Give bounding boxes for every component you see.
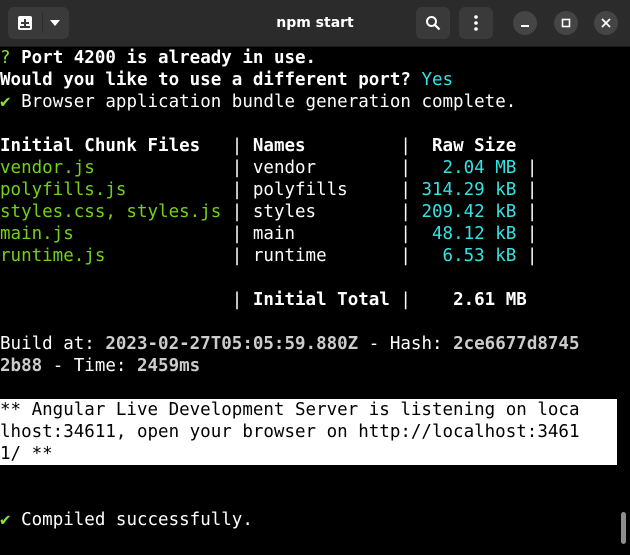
prompt-question-mark: ? (0, 48, 11, 68)
bundle-complete-line: ✔ Browser application bundle generation … (0, 92, 517, 112)
scrollbar-thumb[interactable] (621, 512, 626, 544)
maximize-button[interactable] (554, 11, 578, 35)
port-prompt-line: Would you like to use a different port? … (0, 70, 454, 90)
col-header-size: Raw Size (432, 136, 517, 156)
build-hash: 2ce6677d8745 (453, 334, 580, 354)
build-info-line: Build at: 2023-02-27T05:05:59.880Z - Has… (0, 334, 580, 354)
table-total: | Initial Total | 2.61 MB (0, 290, 527, 310)
minimize-icon (521, 25, 529, 27)
server-message-line: 1/ ** (0, 443, 617, 465)
compiled-line: ✔ Compiled successfully. (0, 510, 253, 530)
titlebar: npm start (0, 0, 630, 47)
build-info-line-2: 2b88 - Time: 2459ms (0, 356, 201, 376)
table-row: main.js | main | 48.12 kB | (0, 224, 538, 244)
minimize-button[interactable] (513, 11, 537, 35)
close-button[interactable] (594, 11, 618, 35)
kebab-menu-icon (474, 15, 478, 31)
table-row: polyfills.js | polyfills | 314.29 kB | (0, 180, 538, 200)
check-icon: ✔ (0, 92, 11, 112)
table-header: Initial Chunk Files | Names | Raw Size (0, 136, 517, 156)
search-icon (426, 16, 441, 31)
table-row: runtime.js | runtime | 6.53 kB | (0, 246, 538, 266)
close-icon (601, 18, 611, 28)
col-header-names: Names (252, 136, 306, 156)
search-button[interactable] (416, 7, 450, 39)
server-message-line: ** Angular Live Development Server is li… (0, 399, 617, 421)
prompt-answer: Yes (421, 70, 454, 90)
table-row: styles.css, styles.js | styles | 209.42 … (0, 202, 538, 222)
terminal-output[interactable]: ? Port 4200 is already in use. Would you… (0, 47, 630, 555)
server-message-line: lhost:34611, open your browser on http:/… (0, 421, 617, 443)
maximize-icon (561, 18, 571, 28)
build-timestamp: 2023-02-27T05:05:59.880Z (105, 334, 359, 354)
col-header-files: Initial Chunk Files (0, 136, 201, 156)
check-icon: ✔ (0, 510, 11, 530)
build-time: 2459ms (136, 356, 201, 376)
table-row: vendor.js | vendor | 2.04 MB | (0, 158, 538, 178)
menu-button[interactable] (459, 7, 493, 39)
port-in-use-line: ? Port 4200 is already in use. (0, 48, 317, 68)
